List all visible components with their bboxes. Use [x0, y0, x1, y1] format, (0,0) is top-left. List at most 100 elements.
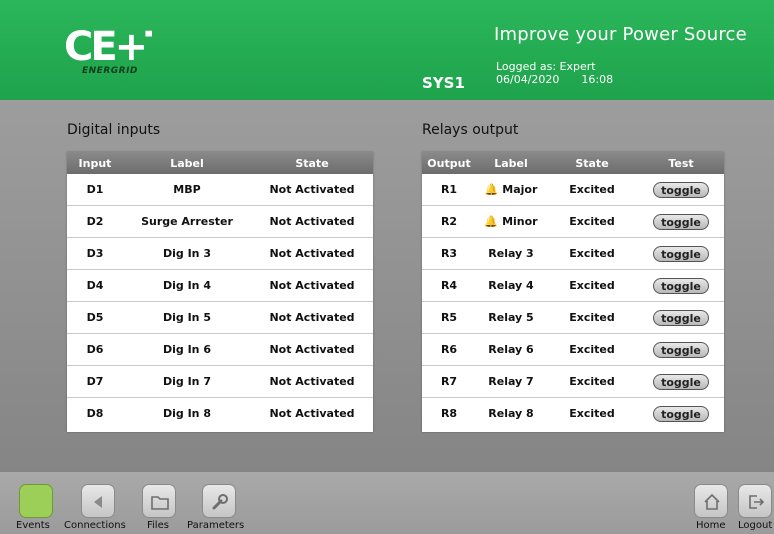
input-id: D6 [86, 343, 104, 356]
input-id: D8 [86, 407, 104, 420]
test-cell: toggle [638, 405, 724, 422]
output-id: R3 [440, 247, 458, 260]
toggle-button[interactable]: toggle [653, 341, 709, 358]
table-row: D7 Dig In 7 Not Activated [67, 365, 373, 397]
logout-button[interactable] [738, 484, 772, 518]
output-state: Excited [569, 407, 615, 420]
input-id: D3 [86, 247, 104, 260]
relays-output-title: Relays output [422, 122, 519, 138]
input-label: Dig In 5 [162, 311, 211, 324]
toggle-button[interactable]: toggle [653, 405, 709, 422]
input-label: Dig In 3 [162, 247, 211, 260]
output-state: Excited [569, 343, 615, 356]
table-row: D5 Dig In 5 Not Activated [67, 301, 373, 333]
connections-label: Connections [64, 520, 126, 531]
digital-inputs-header: Input Label State [67, 152, 373, 174]
connections-icon [94, 496, 102, 508]
table-row: R6 Relay 6 Excited toggle [422, 333, 724, 365]
events-label: Events [16, 520, 50, 531]
toggle-button[interactable]: toggle [653, 309, 709, 326]
date-time: 06/04/2020 16:08 [496, 73, 635, 86]
column-header-label: Label [494, 156, 528, 170]
output-label: Minor [502, 215, 538, 228]
table-row: R2 🔔 Minor Excited toggle [422, 205, 724, 237]
home-button[interactable] [694, 484, 728, 518]
login-info: Logged as: Expert 06/04/2020 16:08 [496, 60, 635, 86]
folder-icon [151, 496, 169, 510]
current-time: 16:08 [581, 73, 614, 86]
events-button[interactable] [19, 484, 53, 518]
input-label: MBP [173, 183, 201, 196]
test-cell: toggle [638, 213, 724, 230]
input-state: Not Activated [269, 311, 355, 324]
output-state: Excited [569, 247, 615, 260]
cet-logo: CE+T ENERGRID [62, 22, 172, 84]
table-row: R7 Relay 7 Excited toggle [422, 365, 724, 397]
logout-label: Logout [738, 520, 773, 531]
input-label: Dig In 4 [162, 279, 211, 292]
output-label: Relay 7 [488, 375, 534, 388]
output-label-cell: 🔔 Major [476, 183, 546, 196]
toggle-button[interactable]: toggle [653, 181, 709, 198]
current-date: 06/04/2020 [496, 73, 560, 86]
output-id: R5 [440, 311, 458, 324]
column-header-label: Label [170, 156, 204, 170]
input-state: Not Activated [269, 407, 355, 420]
input-label: Dig In 8 [162, 407, 211, 420]
table-row: D3 Dig In 3 Not Activated [67, 237, 373, 269]
output-label: Relay 8 [488, 407, 534, 420]
logged-as-text: Logged as: Expert [496, 60, 596, 73]
relays-output-table: Output Label State Test R1 🔔 Major Excite… [422, 152, 724, 432]
table-row: D8 Dig In 8 Not Activated [67, 397, 373, 429]
input-label: Dig In 7 [162, 375, 211, 388]
output-label: Major [502, 183, 538, 196]
files-button[interactable] [142, 484, 176, 518]
table-row: D6 Dig In 6 Not Activated [67, 333, 373, 365]
table-row: R1 🔔 Major Excited toggle [422, 174, 724, 205]
digital-inputs-table: Input Label State D1 MBP Not Activated D… [67, 152, 373, 432]
input-id: D1 [86, 183, 104, 196]
output-state: Excited [569, 311, 615, 324]
input-id: D7 [86, 375, 104, 388]
toggle-button[interactable]: toggle [653, 245, 709, 262]
output-state: Excited [569, 183, 615, 196]
toggle-button[interactable]: toggle [653, 277, 709, 294]
output-id: R1 [440, 183, 458, 196]
input-label: Dig In 6 [162, 343, 211, 356]
column-header-state: State [295, 156, 329, 170]
table-row: R8 Relay 8 Excited toggle [422, 397, 724, 429]
logo-subtext: ENERGRID [82, 66, 138, 76]
output-state: Excited [569, 375, 615, 388]
output-label-cell: 🔔 Minor [476, 215, 546, 228]
input-id: D5 [86, 311, 104, 324]
digital-inputs-body: D1 MBP Not Activated D2 Surge Arrester N… [67, 174, 373, 429]
output-label: Relay 3 [488, 247, 534, 260]
system-name: SYS1 [422, 74, 465, 92]
input-state: Not Activated [269, 215, 355, 228]
toggle-button[interactable]: toggle [653, 373, 709, 390]
column-header-input: Input [78, 156, 112, 170]
table-row: D2 Surge Arrester Not Activated [67, 205, 373, 237]
files-label: Files [147, 520, 169, 531]
bell-icon: 🔔 [484, 183, 499, 196]
input-id: D4 [86, 279, 104, 292]
parameters-button[interactable] [202, 484, 236, 518]
test-cell: toggle [638, 309, 724, 326]
input-state: Not Activated [269, 343, 355, 356]
home-icon [704, 493, 720, 510]
table-row: D4 Dig In 4 Not Activated [67, 269, 373, 301]
table-row: R5 Relay 5 Excited toggle [422, 301, 724, 333]
table-row: R4 Relay 4 Excited toggle [422, 269, 724, 301]
toggle-button[interactable]: toggle [653, 213, 709, 230]
connections-button[interactable] [81, 484, 115, 518]
table-row: D1 MBP Not Activated [67, 174, 373, 205]
column-header-test: Test [668, 156, 694, 170]
test-cell: toggle [638, 181, 724, 198]
input-id: D2 [86, 215, 104, 228]
input-label: Surge Arrester [141, 215, 233, 228]
parameters-label: Parameters [187, 520, 245, 531]
output-label: Relay 6 [488, 343, 534, 356]
logo-text: CE+T [64, 24, 152, 66]
tagline: Improve your Power Source [494, 24, 747, 45]
output-id: R2 [440, 215, 458, 228]
